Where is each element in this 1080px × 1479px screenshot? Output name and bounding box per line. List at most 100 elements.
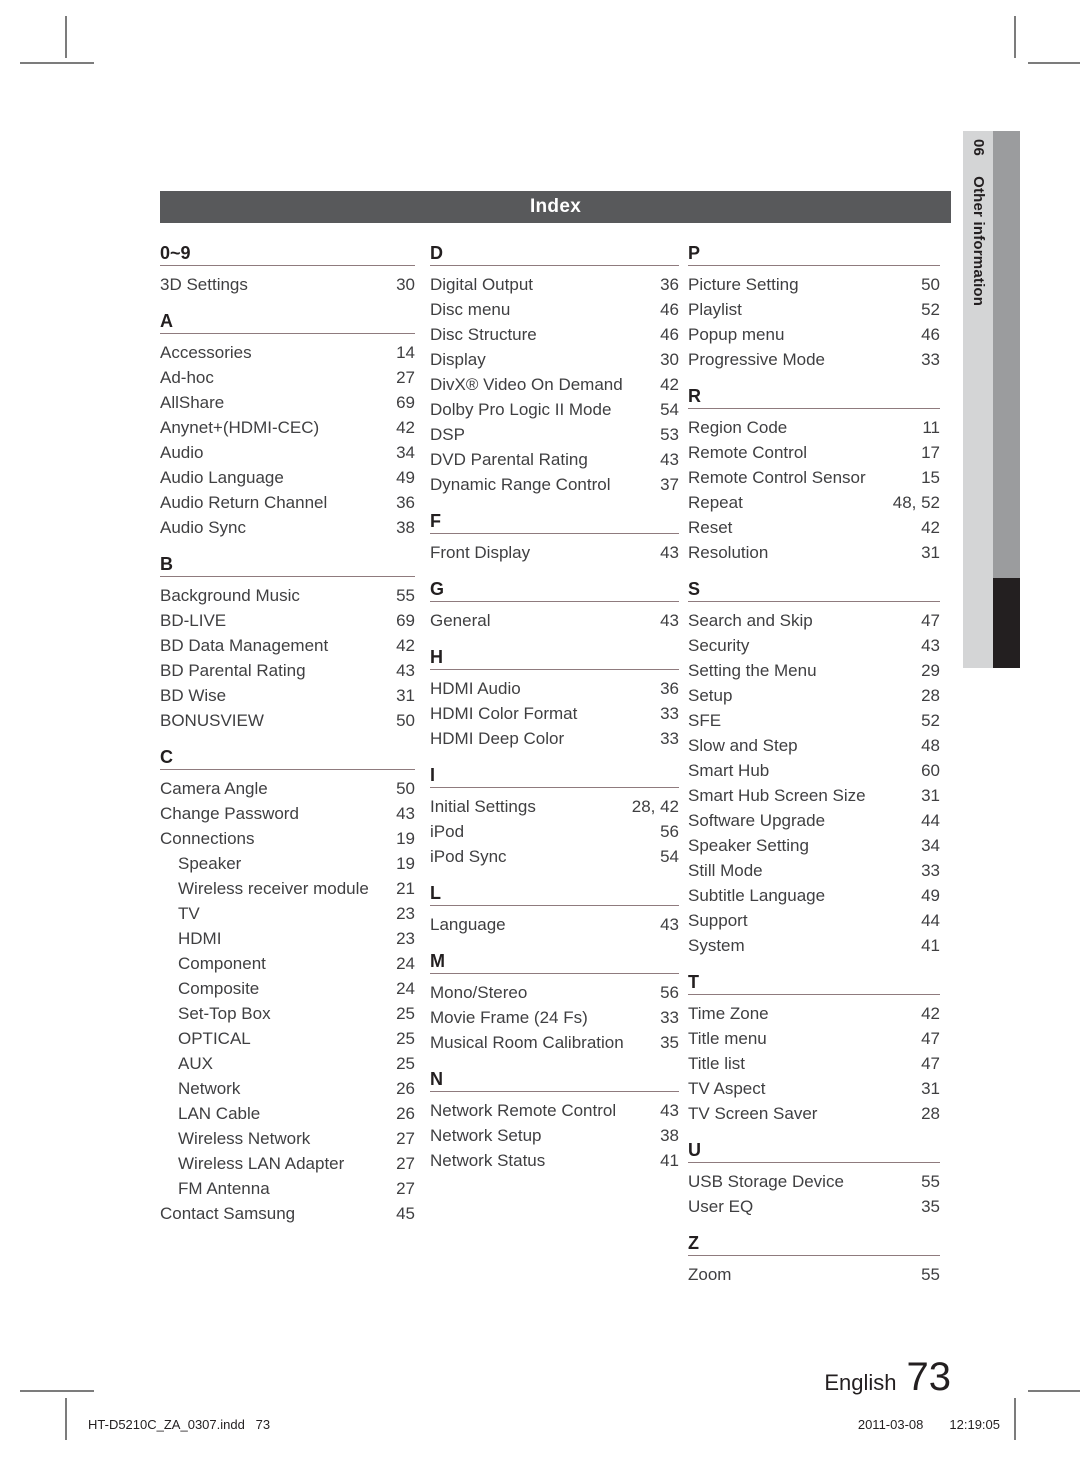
index-entry[interactable]: Software Upgrade 44 (688, 808, 940, 833)
index-entry[interactable]: General 43 (430, 608, 679, 633)
index-entry[interactable]: iPod 56 (430, 819, 679, 844)
index-entry[interactable]: HDMI Audio 36 (430, 676, 679, 701)
index-entry-label: iPod Sync (430, 847, 507, 866)
index-entry[interactable]: Smart Hub Screen Size 31 (688, 783, 940, 808)
index-entry[interactable]: Resolution 31 (688, 540, 940, 565)
index-entry[interactable]: SFE 52 (688, 708, 940, 733)
index-entry-label: Connections (160, 829, 255, 848)
index-entry[interactable]: Repeat 48, 52 (688, 490, 940, 515)
index-entry[interactable]: Language 43 (430, 912, 679, 937)
index-entry[interactable]: Wireless Network 27 (160, 1126, 415, 1151)
index-entry[interactable]: HDMI 23 (160, 926, 415, 951)
index-entry[interactable]: Title list 47 (688, 1051, 940, 1076)
index-entry[interactable]: TV 23 (160, 901, 415, 926)
index-entry[interactable]: HDMI Deep Color 33 (430, 726, 679, 751)
index-entry[interactable]: Speaker 19 (160, 851, 415, 876)
index-entry[interactable]: Speaker Setting 34 (688, 833, 940, 858)
index-entry[interactable]: Component 24 (160, 951, 415, 976)
index-entry[interactable]: HDMI Color Format 33 (430, 701, 679, 726)
index-entry[interactable]: Network 26 (160, 1076, 415, 1101)
index-entry[interactable]: Progressive Mode 33 (688, 347, 940, 372)
index-entry[interactable]: Disc menu 46 (430, 297, 679, 322)
index-entry[interactable]: Dynamic Range Control 37 (430, 472, 679, 497)
index-entry[interactable]: DivX® Video On Demand 42 (430, 372, 679, 397)
index-entry[interactable]: Search and Skip 47 (688, 608, 940, 633)
index-entry[interactable]: Network Remote Control 43 (430, 1098, 679, 1123)
index-entry[interactable]: AllShare 69 (160, 390, 415, 415)
index-entry[interactable]: Initial Settings 28, 42 (430, 794, 679, 819)
index-entry[interactable]: USB Storage Device 55 (688, 1169, 940, 1194)
index-entry[interactable]: Change Password 43 (160, 801, 415, 826)
index-entry[interactable]: BD Data Management 42 (160, 633, 415, 658)
index-entry-page: 36 (396, 493, 415, 512)
letter-block: F Front Display 43 (430, 511, 688, 565)
index-entry[interactable]: Ad-hoc 27 (160, 365, 415, 390)
index-entry[interactable]: AUX 25 (160, 1051, 415, 1076)
index-entry[interactable]: LAN Cable 26 (160, 1101, 415, 1126)
index-entry[interactable]: Movie Frame (24 Fs) 33 (430, 1005, 679, 1030)
index-entry-label: HDMI (178, 929, 222, 948)
index-entry[interactable]: Title menu 47 (688, 1026, 940, 1051)
index-entry[interactable]: Popup menu 46 (688, 322, 940, 347)
index-entry[interactable]: Setup 28 (688, 683, 940, 708)
index-entry[interactable]: Remote Control Sensor 15 (688, 465, 940, 490)
index-entry[interactable]: Zoom 55 (688, 1262, 940, 1287)
index-entry[interactable]: Support 44 (688, 908, 940, 933)
print-meta-filename: HT-D5210C_ZA_0307.indd 73 (88, 1417, 271, 1432)
index-entry[interactable]: Setting the Menu 29 (688, 658, 940, 683)
index-entry[interactable]: Reset 42 (688, 515, 940, 540)
index-entry[interactable]: 3D Settings 30 (160, 272, 415, 297)
index-entry[interactable]: FM Antenna 27 (160, 1176, 415, 1201)
index-entry[interactable]: Display 30 (430, 347, 679, 372)
index-entry[interactable]: Playlist 52 (688, 297, 940, 322)
index-entry[interactable]: Region Code 11 (688, 415, 940, 440)
index-entry[interactable]: iPod Sync 54 (430, 844, 679, 869)
index-entry[interactable]: User EQ 35 (688, 1194, 940, 1219)
index-entry[interactable]: Smart Hub 60 (688, 758, 940, 783)
index-entry[interactable]: Wireless LAN Adapter 27 (160, 1151, 415, 1176)
index-entry-page: 31 (921, 1079, 940, 1098)
index-entry[interactable]: Wireless receiver module 21 (160, 876, 415, 901)
index-entry[interactable]: DSP 53 (430, 422, 679, 447)
index-entry[interactable]: Still Mode 33 (688, 858, 940, 883)
index-entry[interactable]: Camera Angle 50 (160, 776, 415, 801)
index-entry[interactable]: DVD Parental Rating 43 (430, 447, 679, 472)
index-entry-page: 35 (660, 1033, 679, 1052)
index-entry[interactable]: Disc Structure 46 (430, 322, 679, 347)
index-entry[interactable]: Audio 34 (160, 440, 415, 465)
index-entry[interactable]: Background Music 55 (160, 583, 415, 608)
index-entry[interactable]: Digital Output 36 (430, 272, 679, 297)
index-entry[interactable]: Network Status 41 (430, 1148, 679, 1173)
index-entry[interactable]: BD-LIVE 69 (160, 608, 415, 633)
index-entry[interactable]: TV Screen Saver 28 (688, 1101, 940, 1126)
index-entry[interactable]: Contact Samsung 45 (160, 1201, 415, 1226)
index-entry[interactable]: Security 43 (688, 633, 940, 658)
index-entry[interactable]: Front Display 43 (430, 540, 679, 565)
index-entry[interactable]: Audio Sync 38 (160, 515, 415, 540)
index-entry[interactable]: Subtitle Language 49 (688, 883, 940, 908)
chapter-label: Other information (970, 176, 987, 307)
index-entry[interactable]: Network Setup 38 (430, 1123, 679, 1148)
index-entry[interactable]: Musical Room Calibration 35 (430, 1030, 679, 1055)
index-entry[interactable]: Remote Control 17 (688, 440, 940, 465)
index-entry[interactable]: Composite 24 (160, 976, 415, 1001)
index-entry[interactable]: System 41 (688, 933, 940, 958)
index-entry[interactable]: BD Parental Rating 43 (160, 658, 415, 683)
index-entry[interactable]: Time Zone 42 (688, 1001, 940, 1026)
index-entry[interactable]: Slow and Step 48 (688, 733, 940, 758)
index-entry[interactable]: Picture Setting 50 (688, 272, 940, 297)
index-entry[interactable]: OPTICAL 25 (160, 1026, 415, 1051)
index-entry[interactable]: Accessories 14 (160, 340, 415, 365)
index-entry-page: 31 (921, 543, 940, 562)
index-entry[interactable]: Anynet+(HDMI-CEC) 42 (160, 415, 415, 440)
index-entry[interactable]: BD Wise 31 (160, 683, 415, 708)
index-entry[interactable]: Dolby Pro Logic II Mode 54 (430, 397, 679, 422)
index-entry[interactable]: BONUSVIEW 50 (160, 708, 415, 733)
index-entry-label: 3D Settings (160, 275, 248, 294)
index-entry[interactable]: TV Aspect 31 (688, 1076, 940, 1101)
index-entry[interactable]: Mono/Stereo 56 (430, 980, 679, 1005)
index-entry[interactable]: Audio Language 49 (160, 465, 415, 490)
index-entry[interactable]: Audio Return Channel 36 (160, 490, 415, 515)
index-entry[interactable]: Connections 19 (160, 826, 415, 851)
index-entry[interactable]: Set-Top Box 25 (160, 1001, 415, 1026)
